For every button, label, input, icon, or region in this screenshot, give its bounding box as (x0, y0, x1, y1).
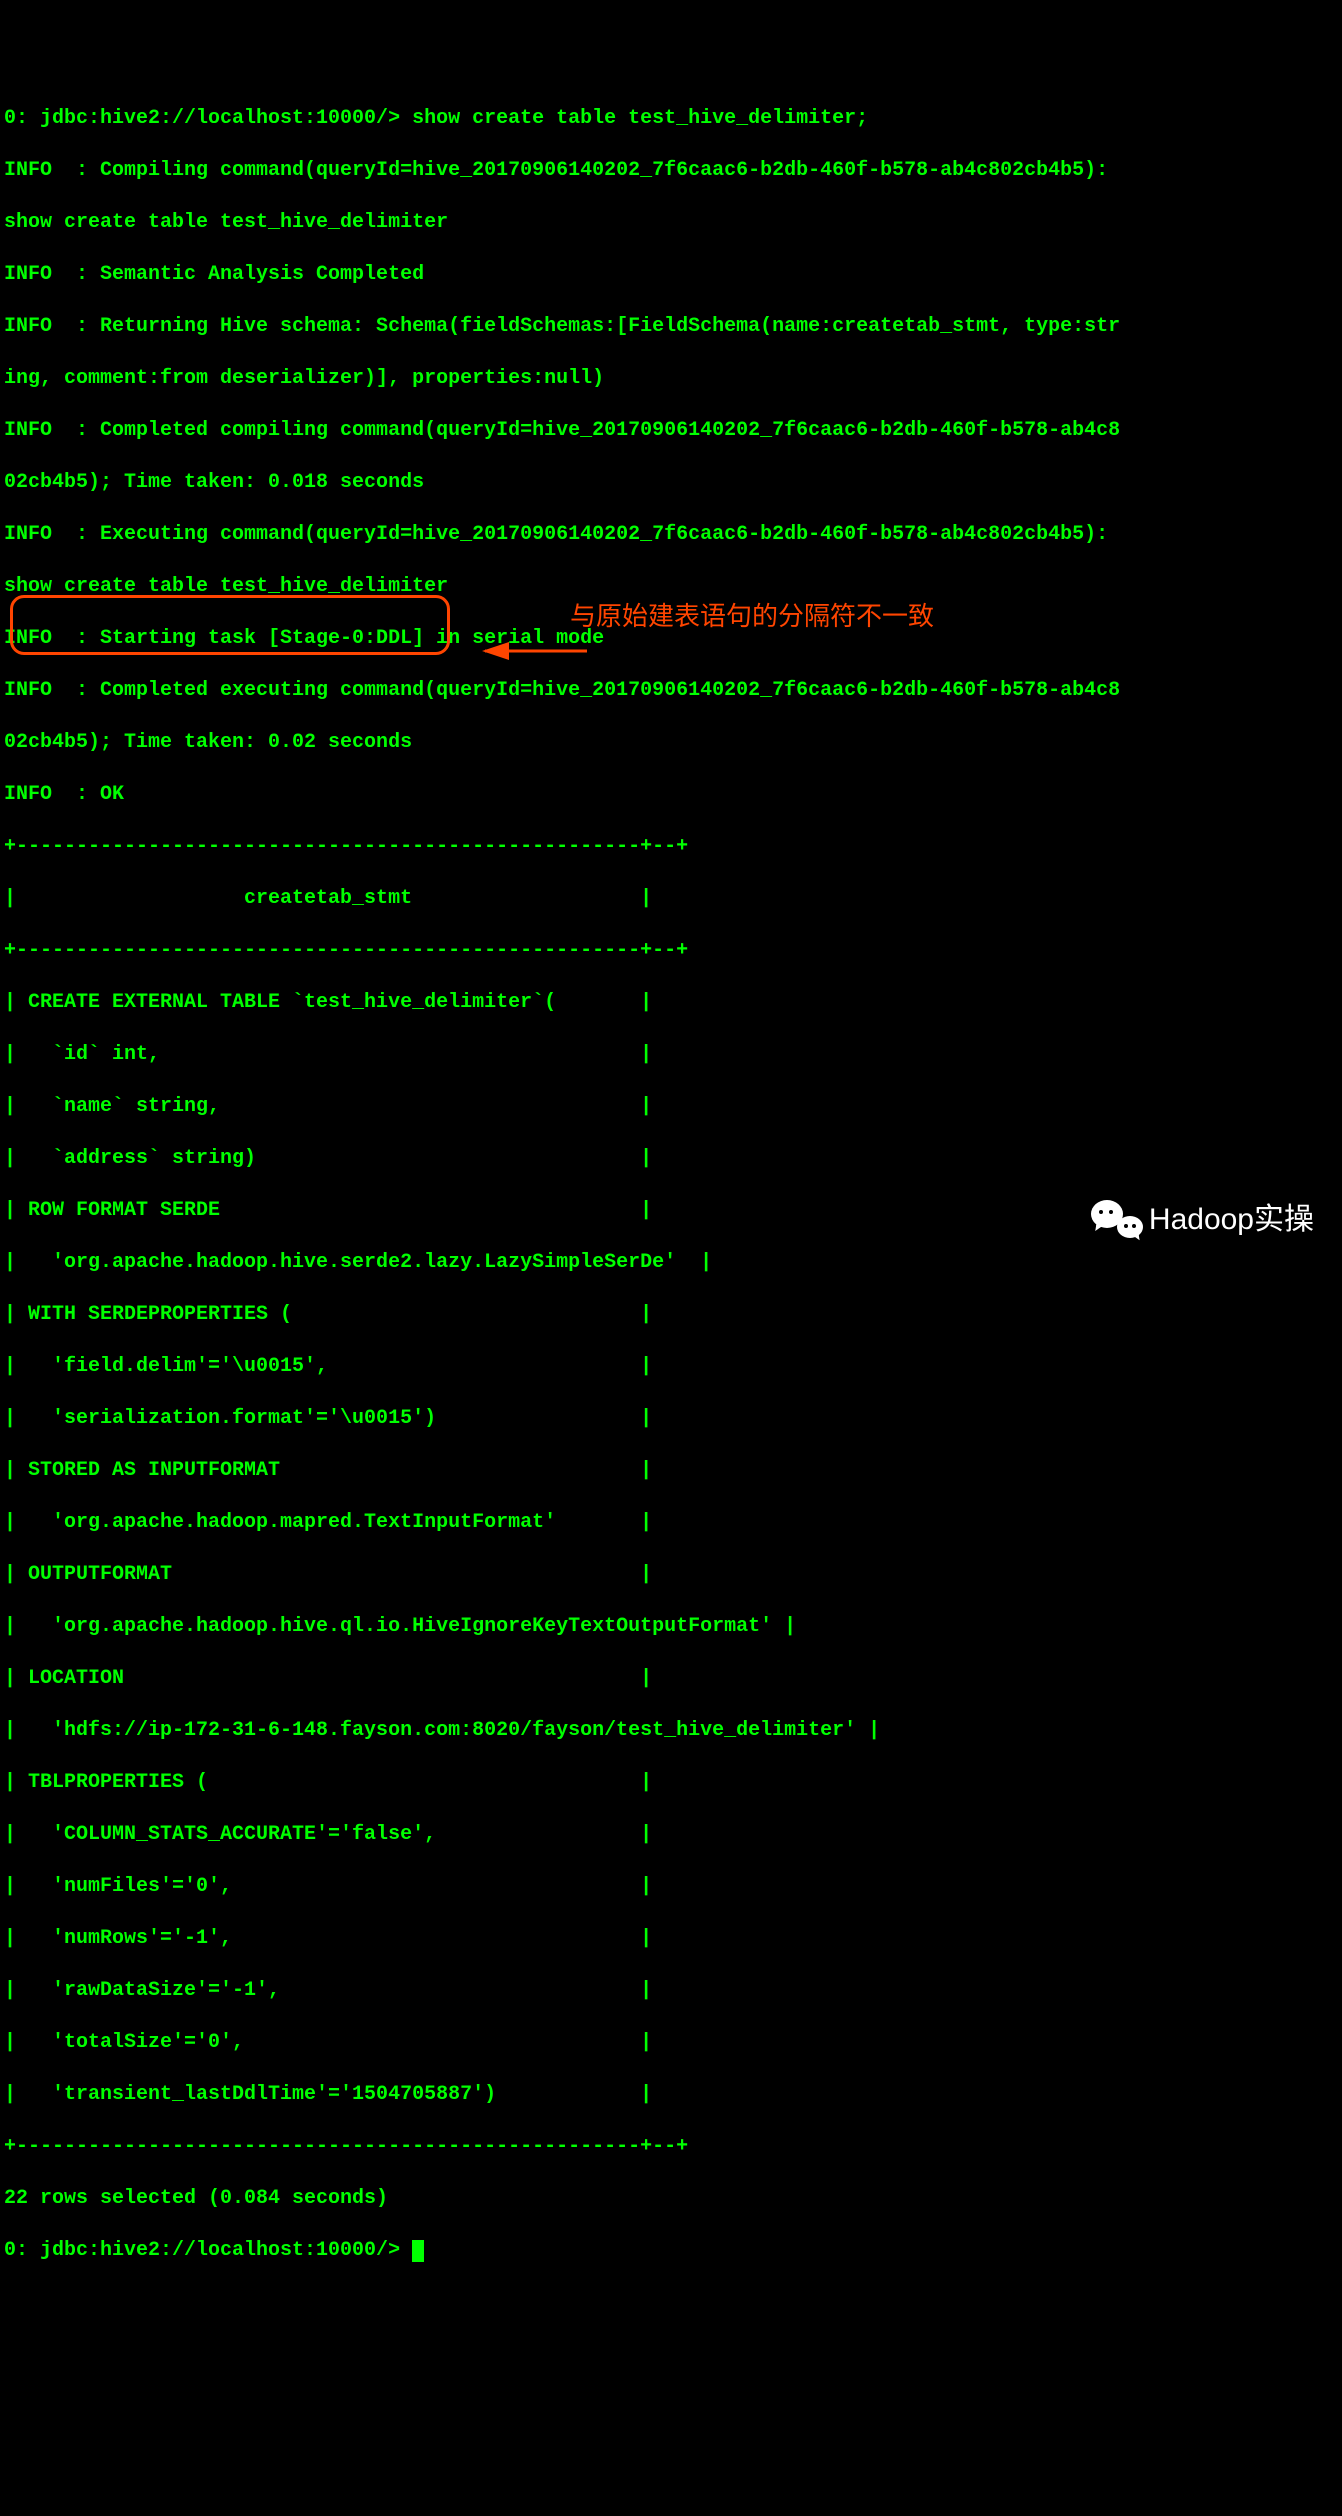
table-row: | 'field.delim'='\u0015', | (4, 1354, 1338, 1380)
log-line: 02cb4b5); Time taken: 0.018 seconds (4, 470, 1338, 496)
table-row: | 'hdfs://ip-172-31-6-148.fayson.com:802… (4, 1718, 1338, 1744)
table-header: | createtab_stmt | (4, 886, 1338, 912)
table-row: | 'rawDataSize'='-1', | (4, 1978, 1338, 2004)
log-line: show create table test_hive_delimiter (4, 210, 1338, 236)
table-row: | STORED AS INPUTFORMAT | (4, 1458, 1338, 1484)
log-line: INFO : Returning Hive schema: Schema(fie… (4, 314, 1338, 340)
table-row: | 'COLUMN_STATS_ACCURATE'='false', | (4, 1822, 1338, 1848)
table-row: | LOCATION | (4, 1666, 1338, 1692)
log-line: show create table test_hive_delimiter (4, 574, 1338, 600)
table-row: | 'numFiles'='0', | (4, 1874, 1338, 1900)
log-line: INFO : Semantic Analysis Completed (4, 262, 1338, 288)
table-row: | 'totalSize'='0', | (4, 2030, 1338, 2056)
result-summary: 22 rows selected (0.084 seconds) (4, 2186, 1338, 2212)
watermark: Hadoop实操 (1091, 1198, 1314, 1240)
table-separator: +---------------------------------------… (4, 834, 1338, 860)
prompt-text: 0: jdbc:hive2://localhost:10000/> (4, 2239, 412, 2262)
log-line: 02cb4b5); Time taken: 0.02 seconds (4, 730, 1338, 756)
table-row: | 'org.apache.hadoop.hive.serde2.lazy.La… (4, 1250, 1338, 1276)
wechat-icon (1091, 1198, 1143, 1240)
table-row: | CREATE EXTERNAL TABLE `test_hive_delim… (4, 990, 1338, 1016)
log-line: INFO : OK (4, 782, 1338, 808)
log-line: INFO : Executing command(queryId=hive_20… (4, 522, 1338, 548)
log-line: ing, comment:from deserializer)], proper… (4, 366, 1338, 392)
table-row: | WITH SERDEPROPERTIES ( | (4, 1302, 1338, 1328)
table-row: | `id` int, | (4, 1042, 1338, 1068)
table-row: | 'org.apache.hadoop.hive.ql.io.HiveIgno… (4, 1614, 1338, 1640)
table-row: | TBLPROPERTIES ( | (4, 1770, 1338, 1796)
table-row: | OUTPUTFORMAT | (4, 1562, 1338, 1588)
watermark-text: Hadoop实操 (1149, 1200, 1314, 1239)
log-line: INFO : Completed executing command(query… (4, 678, 1338, 704)
annotation-text: 与原始建表语句的分隔符不一致 (570, 600, 934, 634)
log-line: INFO : Compiling command(queryId=hive_20… (4, 158, 1338, 184)
cursor-icon (412, 2240, 424, 2262)
table-row: | 'numRows'='-1', | (4, 1926, 1338, 1952)
terminal-prompt-ready[interactable]: 0: jdbc:hive2://localhost:10000/> (4, 2238, 1338, 2264)
table-row: | 'transient_lastDdlTime'='1504705887') … (4, 2082, 1338, 2108)
terminal-prompt-input: 0: jdbc:hive2://localhost:10000/> show c… (4, 106, 1338, 132)
table-row: | `address` string) | (4, 1146, 1338, 1172)
table-separator: +---------------------------------------… (4, 938, 1338, 964)
table-separator: +---------------------------------------… (4, 2134, 1338, 2160)
table-row: | 'serialization.format'='\u0015') | (4, 1406, 1338, 1432)
table-row: | `name` string, | (4, 1094, 1338, 1120)
log-line: INFO : Completed compiling command(query… (4, 418, 1338, 444)
table-row: | 'org.apache.hadoop.mapred.TextInputFor… (4, 1510, 1338, 1536)
